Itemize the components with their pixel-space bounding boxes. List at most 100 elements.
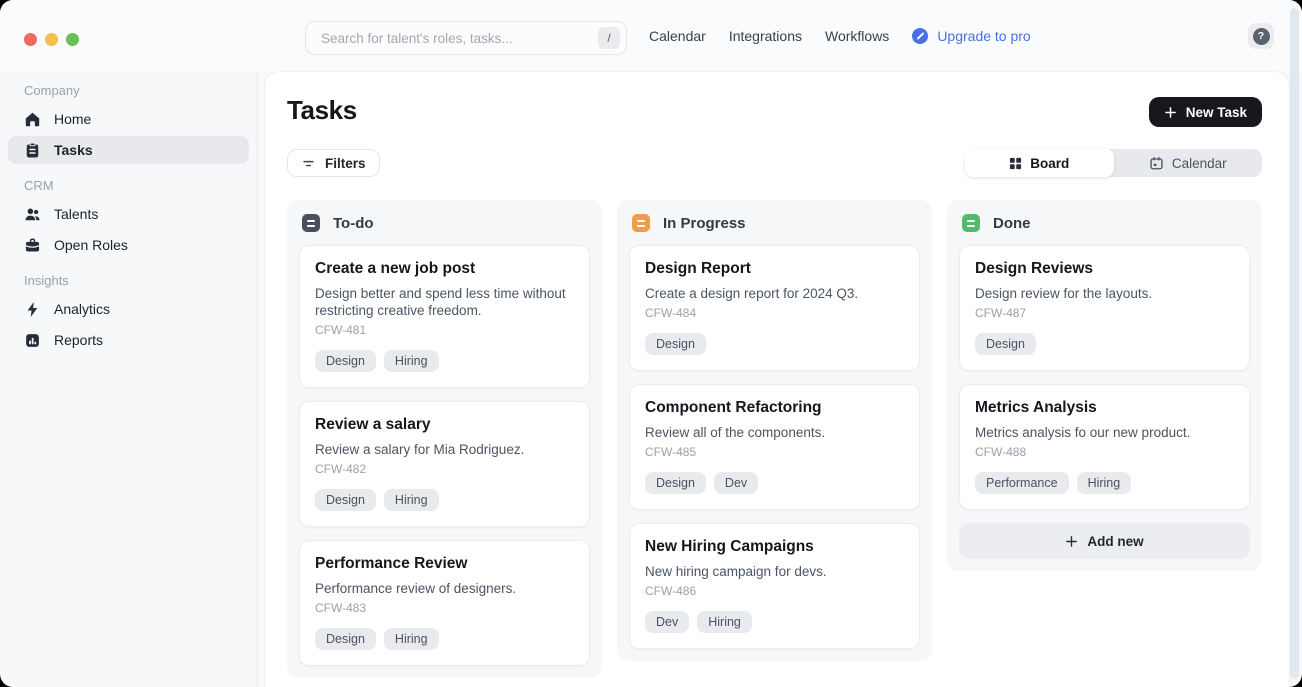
card-description: Design better and spend less time withou… [315,285,574,319]
sidebar-item-label: Reports [54,332,103,348]
column-title: To-do [333,215,374,232]
sidebar-item-reports[interactable]: Reports [8,326,249,354]
home-icon [24,111,41,128]
plus-icon [1164,106,1177,119]
filter-icon [301,156,316,171]
sidebar-item-open-roles[interactable]: Open Roles [8,231,249,259]
filters-label: Filters [325,156,366,171]
tag-row: Design Hiring [315,628,574,650]
people-icon [24,206,41,223]
tag-row: Design Dev [645,472,904,494]
nav-workflows[interactable]: Workflows [825,28,889,44]
card-description: New hiring campaign for devs. [645,563,904,580]
card-description: Design review for the layouts. [975,285,1234,302]
card-id: CFW-487 [975,306,1234,320]
task-card[interactable]: Design Report Create a design report for… [629,245,920,371]
tag-row: Design Hiring [315,350,574,372]
card-description: Review a salary for Mia Rodriguez. [315,441,574,458]
tag-row: Dev Hiring [645,611,904,633]
close-window-button[interactable] [24,33,37,46]
help-button[interactable]: ? [1248,23,1274,49]
card-title: Review a salary [315,415,574,435]
tag: Hiring [1077,472,1132,494]
sidebar-item-label: Analytics [54,301,110,317]
todo-status-icon [302,214,320,232]
tag: Hiring [384,489,439,511]
card-title: Design Report [645,259,904,279]
page-header: Tasks New Task [287,95,1262,127]
task-card[interactable]: Performance Review Performance review of… [299,540,590,666]
sidebar-item-home[interactable]: Home [8,105,249,133]
card-id: CFW-483 [315,601,574,615]
card-description: Metrics analysis fo our new product. [975,424,1234,441]
column-header: To-do [299,212,590,245]
add-new-label: Add new [1087,534,1143,549]
card-id: CFW-488 [975,445,1234,459]
card-title: Design Reviews [975,259,1234,279]
window-controls [24,33,79,46]
search-input[interactable] [319,30,598,47]
in-progress-status-icon [632,214,650,232]
card-id: CFW-484 [645,306,904,320]
tag-row: Design [975,333,1234,355]
view-toggle-calendar[interactable]: Calendar [1114,149,1263,177]
question-mark-icon: ? [1253,28,1270,45]
plus-icon [1065,535,1078,548]
task-card[interactable]: Create a new job post Design better and … [299,245,590,388]
card-description: Create a design report for 2024 Q3. [645,285,904,302]
top-navigation: Calendar Integrations Workflows Upgrade … [649,0,1031,72]
tag: Design [315,628,376,650]
column-todo: To-do Create a new job post Design bette… [287,200,602,678]
pro-badge-icon [912,28,928,44]
view-toggle-board[interactable]: Board [965,149,1114,177]
sidebar: Company Home Tasks CRM Talents Open Role… [0,72,258,687]
nav-integrations[interactable]: Integrations [729,28,802,44]
tag: Hiring [384,628,439,650]
sidebar-section-company: Company [24,83,233,98]
upgrade-to-pro-link[interactable]: Upgrade to pro [912,28,1030,44]
tag-row: Design [645,333,904,355]
card-id: CFW-481 [315,323,574,337]
card-id: CFW-486 [645,584,904,598]
calendar-icon [1149,156,1164,171]
filters-button[interactable]: Filters [287,149,380,177]
page-title: Tasks [287,95,357,125]
board-toolbar: Filters Board Calendar [287,149,1262,177]
tag: Hiring [384,350,439,372]
slash-shortcut-key: / [598,27,620,49]
sidebar-item-label: Talents [54,206,98,222]
sidebar-item-tasks[interactable]: Tasks [8,136,249,164]
column-in-progress: In Progress Design Report Create a desig… [617,200,932,661]
nav-calendar[interactable]: Calendar [649,28,706,44]
task-card[interactable]: New Hiring Campaigns New hiring campaign… [629,523,920,649]
scrollbar-track[interactable] [1290,8,1299,679]
tag-row: Design Hiring [315,489,574,511]
sidebar-item-label: Home [54,111,91,127]
column-done: Done Design Reviews Design review for th… [947,200,1262,571]
view-toggle: Board Calendar [965,149,1262,177]
card-description: Performance review of designers. [315,580,574,597]
task-card[interactable]: Review a salary Review a salary for Mia … [299,401,590,527]
task-card[interactable]: Metrics Analysis Metrics analysis fo our… [959,384,1250,510]
card-title: Performance Review [315,554,574,574]
tag: Design [645,333,706,355]
new-task-button[interactable]: New Task [1149,97,1262,127]
card-id: CFW-482 [315,462,574,476]
sidebar-item-label: Tasks [54,142,93,158]
search-box[interactable]: / [305,21,627,55]
card-title: Create a new job post [315,259,574,279]
minimize-window-button[interactable] [45,33,58,46]
task-card[interactable]: Design Reviews Design review for the lay… [959,245,1250,371]
sidebar-section-insights: Insights [24,273,233,288]
tag: Dev [714,472,758,494]
done-status-icon [962,214,980,232]
sidebar-section-crm: CRM [24,178,233,193]
zoom-window-button[interactable] [66,33,79,46]
sidebar-item-talents[interactable]: Talents [8,200,249,228]
sidebar-item-analytics[interactable]: Analytics [8,295,249,323]
task-card[interactable]: Component Refactoring Review all of the … [629,384,920,510]
tag: Design [645,472,706,494]
add-new-button[interactable]: Add new [959,523,1250,559]
view-toggle-calendar-label: Calendar [1172,156,1227,171]
card-title: New Hiring Campaigns [645,537,904,557]
